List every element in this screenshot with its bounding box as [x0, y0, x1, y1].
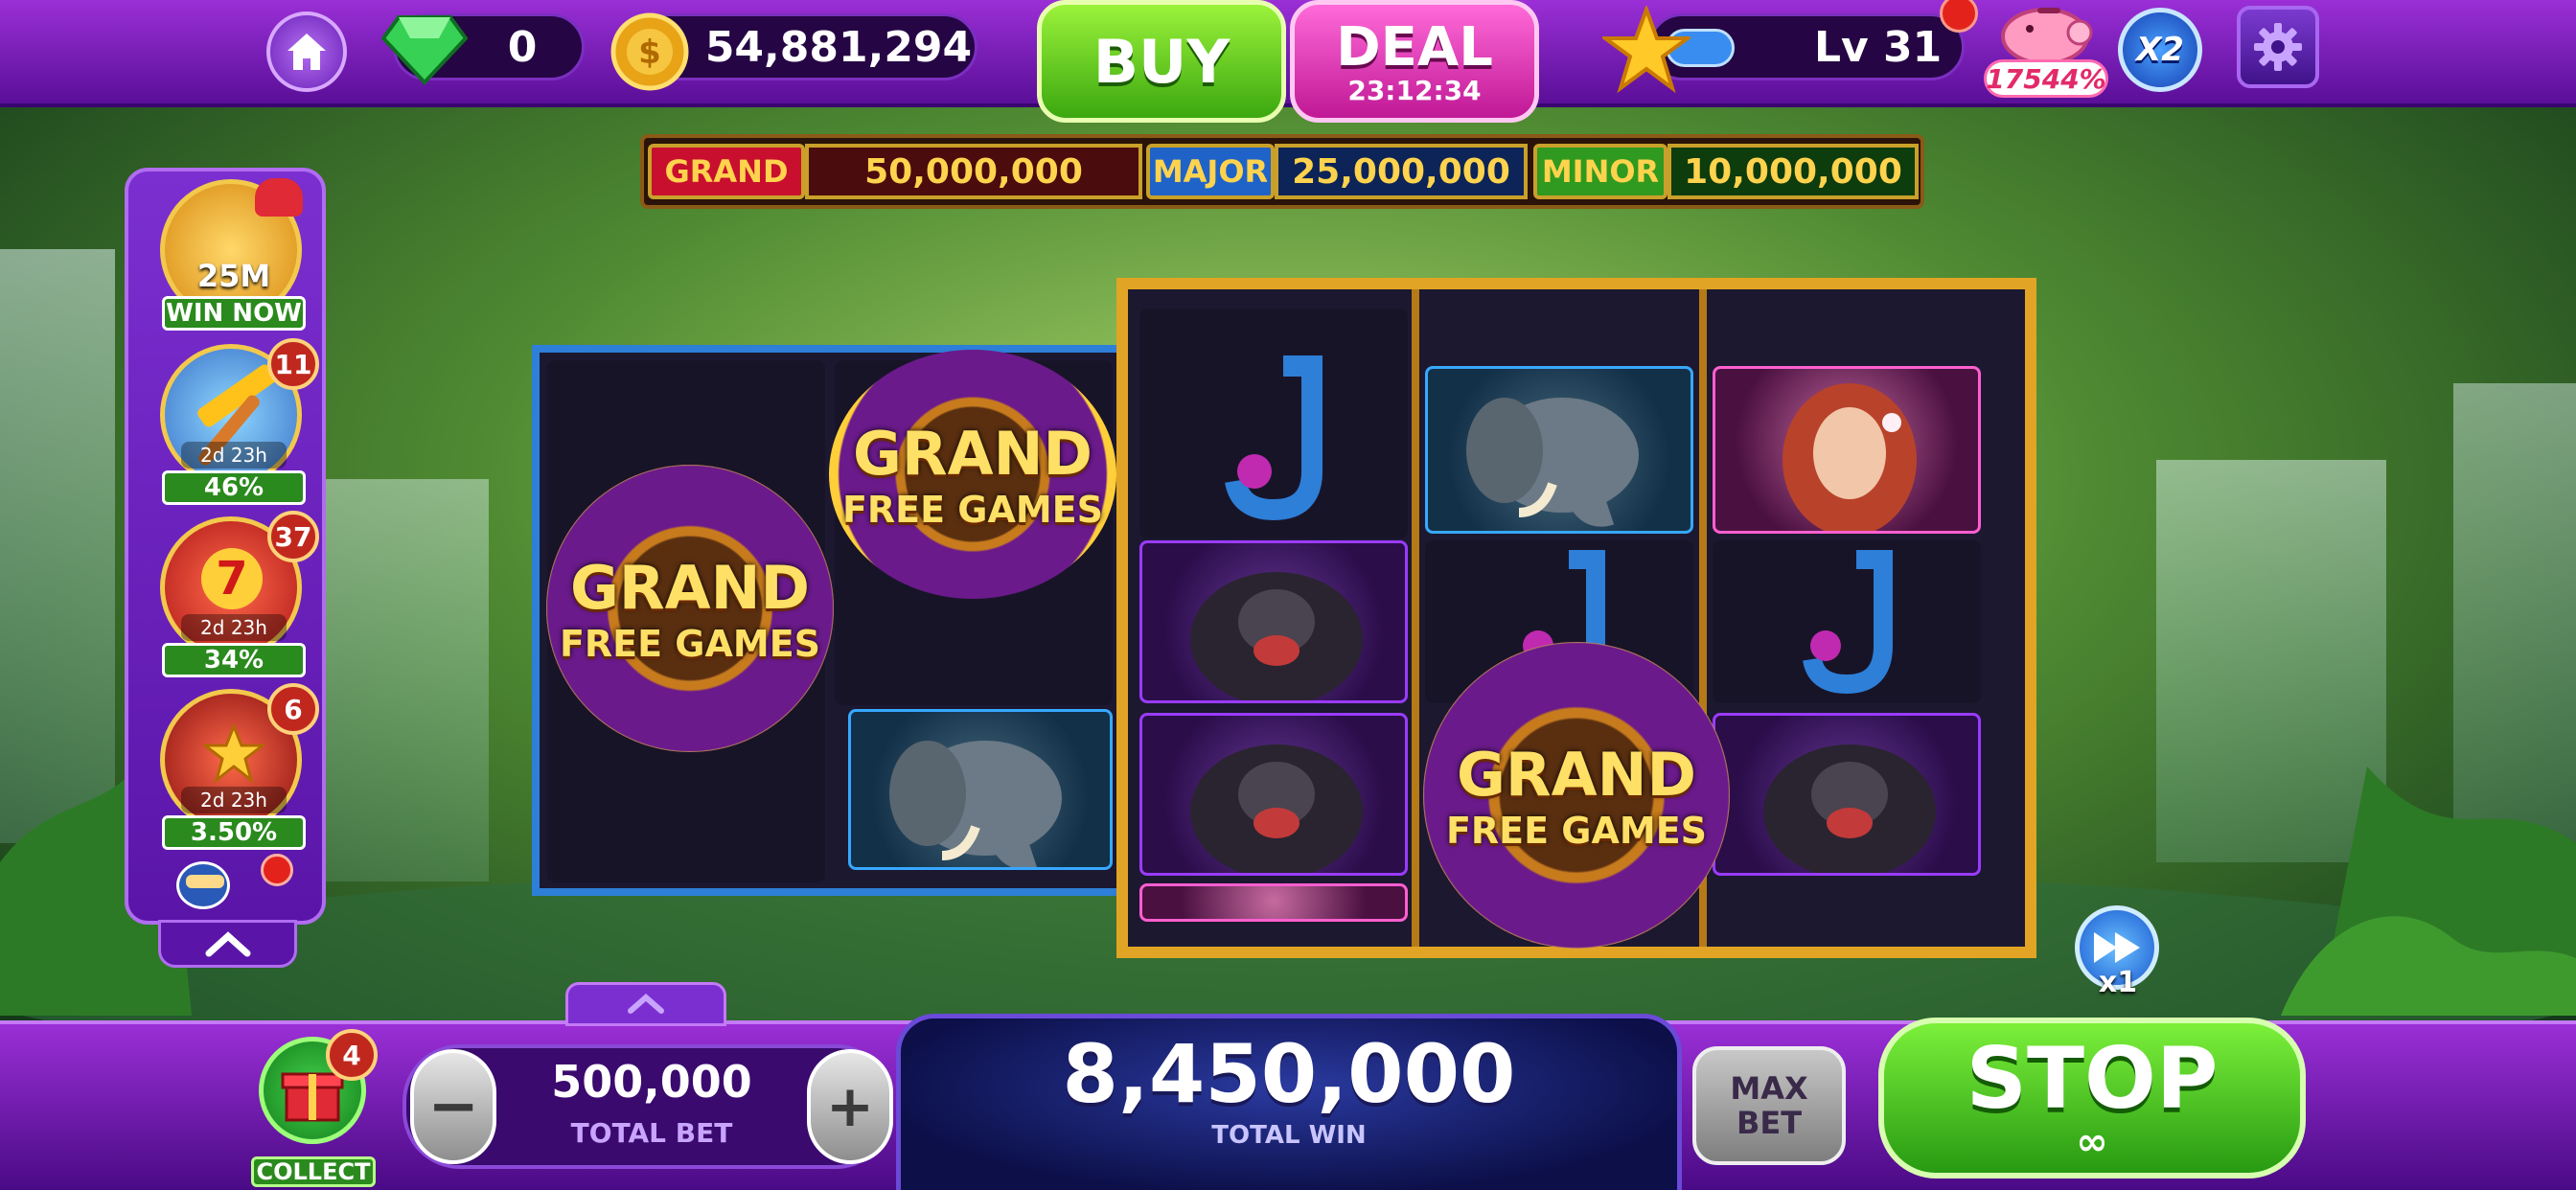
gorilla-symbol [1139, 540, 1408, 703]
max-bet-line1: MAX [1730, 1070, 1808, 1107]
gorilla-icon [1190, 744, 1363, 873]
collapse-panel-button[interactable] [158, 920, 297, 968]
chevron-up-icon [628, 994, 664, 1014]
deal-timer: 23:12:34 [1347, 75, 1482, 106]
piggy-bank-icon [2001, 8, 2093, 65]
grand-free-games-wheel: GRAND FREE GAMES [546, 465, 834, 752]
wheel-title: GRAND [853, 418, 1092, 489]
deal-label: DEAL [1336, 16, 1493, 79]
collect-gift-button[interactable]: 4 COLLECT [251, 1029, 378, 1190]
gorilla-icon [1763, 744, 1936, 873]
wheel-title: GRAND [1457, 739, 1696, 810]
woman-symbol-partial [1139, 883, 1408, 922]
auto-spin-infinity: ∞ [2076, 1120, 2108, 1164]
total-win-value: 8,450,000 [1062, 1027, 1516, 1121]
collect-badge: 4 [326, 1029, 378, 1081]
star-icon [1602, 6, 1690, 94]
gorilla-symbol [1713, 713, 1981, 876]
woman-symbol [1713, 366, 1981, 534]
star-box-promo[interactable]: 6 2d 23h 3.50% [152, 683, 319, 852]
elephant-symbol [848, 709, 1113, 870]
piggy-percent: 17544% [1986, 62, 2106, 95]
win-now-label: WIN NOW [162, 296, 306, 331]
top-bar: 0 54,881,294 $ BUY DEAL 23:12:34 Lv 31 1… [0, 0, 2576, 123]
star-box-badge: 6 [267, 683, 319, 735]
mascot-icon[interactable] [148, 854, 301, 921]
settings-gear-icon [2254, 23, 2302, 71]
wheel-subtitle: FREE GAMES [841, 488, 1104, 531]
ribbon-bow-icon [255, 178, 303, 217]
minus-label: − [427, 1071, 479, 1142]
win-now-amount: 25M [196, 258, 271, 294]
jackpot-grand-label: GRAND [648, 144, 805, 199]
gorilla-symbol [1139, 713, 1408, 876]
home-button[interactable] [266, 11, 347, 92]
plus-label: + [825, 1073, 875, 1140]
grand-free-games-wheel: GRAND FREE GAMES [829, 350, 1116, 599]
grand-free-games-wheel: GRAND FREE GAMES [1423, 642, 1730, 949]
notification-dot [1940, 0, 1978, 33]
piggy-bank-button[interactable]: 17544% [1984, 0, 2108, 100]
coin-icon: $ [610, 12, 689, 91]
pickaxe-badge: 11 [267, 338, 319, 390]
j-symbol [1139, 309, 1408, 538]
total-bet-value: 500,000 [551, 1056, 752, 1108]
fast-forward-icon [2094, 932, 2140, 963]
stop-label: STOP [1966, 1029, 2219, 1128]
settings-button[interactable] [2237, 6, 2319, 88]
gem-icon [381, 15, 468, 85]
reel-divider [1412, 289, 1419, 947]
slot-seven-promo[interactable]: 7 37 2d 23h 34% [152, 511, 319, 679]
svg-text:$: $ [638, 34, 661, 72]
left-promo-panel: 25M WIN NOW 11 2d 23h 46% 7 37 2d 23h 34… [125, 168, 326, 925]
slot-seven-timer: 2d 23h [181, 614, 287, 641]
jackpot-minor-label: MINOR [1533, 144, 1668, 199]
jackpot-major-value: 25,000,000 [1275, 144, 1528, 199]
stop-spin-button[interactable]: STOP ∞ [1878, 1018, 2306, 1179]
max-bet-line2: BET [1736, 1105, 1803, 1141]
jackpot-major-label: MAJOR [1146, 144, 1275, 199]
slot-game-screen: 0 54,881,294 $ BUY DEAL 23:12:34 Lv 31 1… [0, 0, 2576, 1190]
total-win-label: TOTAL WIN [1211, 1121, 1367, 1150]
wheel-subtitle: FREE GAMES [1445, 809, 1708, 852]
total-bet-label: TOTAL BET [570, 1117, 733, 1149]
home-icon [288, 34, 326, 70]
multiplier-label: X2 [2136, 31, 2184, 69]
j-symbol [1713, 540, 1981, 703]
coins-value: 54,881,294 [704, 22, 973, 72]
pickaxe-promo[interactable]: 11 2d 23h 46% [152, 338, 319, 507]
buy-button[interactable]: BUY [1037, 0, 1286, 123]
chevron-up-icon [205, 931, 250, 957]
buy-label: BUY [1092, 26, 1230, 97]
star-box-progress: 3.50% [162, 815, 306, 850]
pickaxe-progress: 46% [162, 470, 306, 505]
spin-speed-label: x1 [2098, 966, 2138, 999]
elephant-symbol [1425, 366, 1693, 534]
piggy-percent-badge: 17544% [1984, 59, 2108, 98]
jackpot-grand-value: 50,000,000 [805, 144, 1142, 199]
gorilla-icon [1190, 572, 1363, 700]
collect-label: COLLECT [251, 1156, 376, 1187]
wheel-title: GRAND [570, 552, 810, 623]
deal-button[interactable]: DEAL 23:12:34 [1290, 0, 1539, 123]
slot-seven-progress: 34% [162, 643, 306, 677]
elephant-icon [1466, 398, 1639, 527]
gems-value: 0 [507, 22, 538, 72]
win-now-promo[interactable]: 25M WIN NOW [152, 178, 306, 332]
bottom-handle-tab[interactable] [565, 982, 726, 1026]
star-box-timer: 2d 23h [181, 787, 287, 813]
max-bet-button[interactable]: MAX BET [1692, 1046, 1846, 1165]
increase-bet-button[interactable]: + [807, 1049, 893, 1164]
slot-seven-badge: 37 [267, 511, 319, 562]
letter-j-icon [1225, 355, 1322, 521]
elephant-icon [889, 741, 1062, 867]
decrease-bet-button[interactable]: − [410, 1049, 496, 1164]
pickaxe-timer: 2d 23h [181, 442, 287, 469]
multiplier-button[interactable]: X2 [2118, 8, 2202, 92]
level-value: Lv 31 [1814, 22, 1943, 72]
letter-j-icon [1803, 550, 1893, 695]
woman-portrait-icon [1782, 383, 1917, 531]
wheel-subtitle: FREE GAMES [559, 622, 821, 665]
jackpot-minor-value: 10,000,000 [1668, 144, 1919, 199]
